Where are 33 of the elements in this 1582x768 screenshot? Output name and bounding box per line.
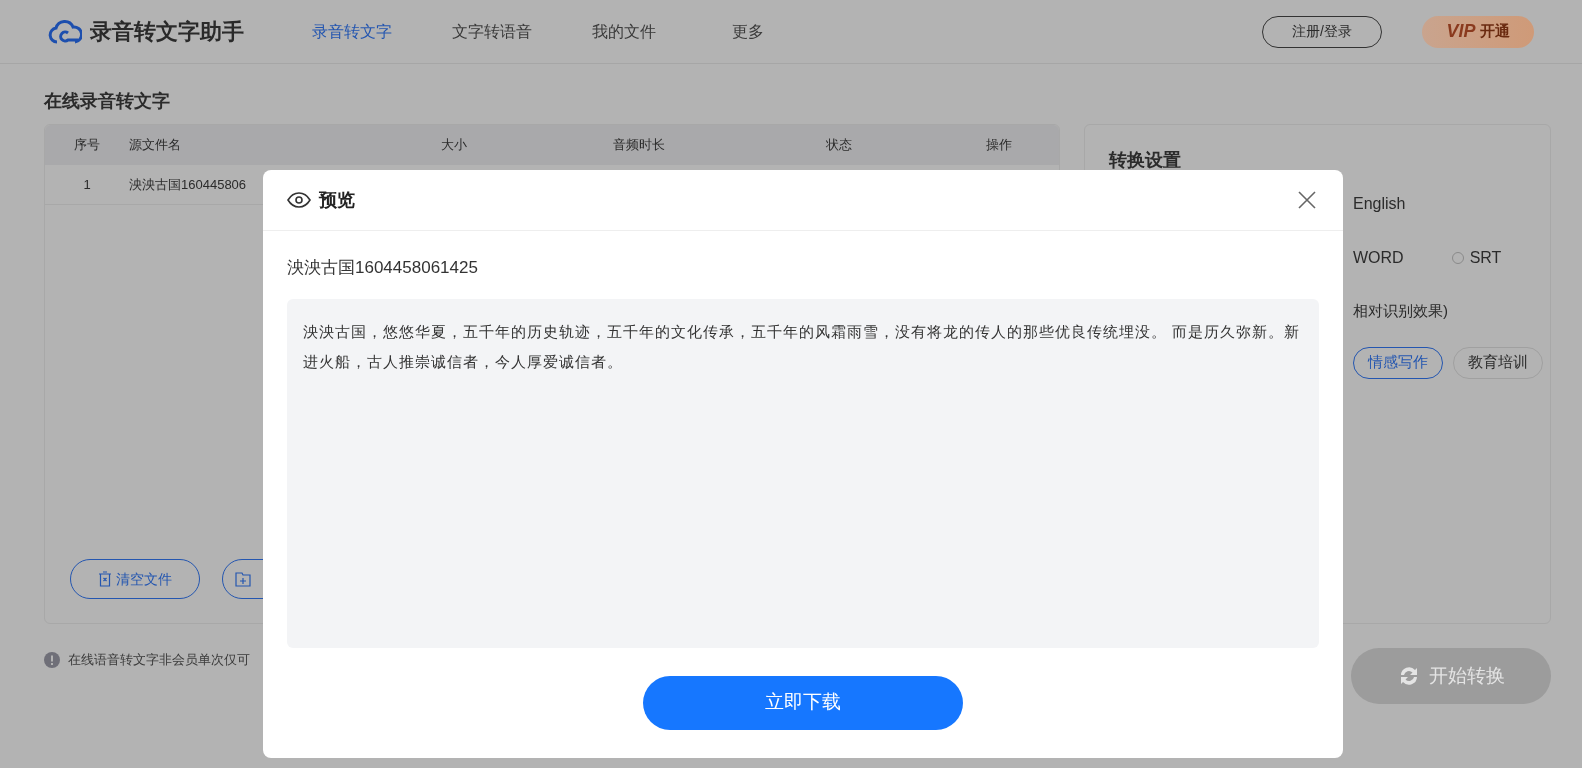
folder-plus-icon bbox=[235, 571, 251, 587]
settings-title: 转换设置 bbox=[1109, 149, 1182, 172]
transcript-text: 泱泱古国，悠悠华夏，五千年的历史轨迹，五千年的文化传承，五千年的风霜雨雪，没有将龙的传人的那些优良传统埋没。 而是历久弥新。新进火船，古人推崇诚信者，今人厚爱诚信者。 bbox=[303, 321, 1302, 372]
nav-link[interactable]: 更多 bbox=[732, 19, 812, 44]
nav-link[interactable]: 录音转文字 bbox=[312, 19, 392, 44]
file-name: 泱泱古国1604458061425 bbox=[287, 257, 479, 279]
column-header: 大小 bbox=[440, 136, 468, 155]
cloud-logo-icon bbox=[48, 18, 82, 45]
vip-button[interactable]: VIP 开通 bbox=[1422, 15, 1534, 48]
format-option[interactable]: WORD bbox=[1353, 246, 1404, 270]
vip-mark: VIP bbox=[1446, 20, 1476, 43]
language-option: English bbox=[1353, 192, 1550, 216]
column-header: 源文件名 bbox=[129, 136, 182, 155]
eye-icon bbox=[287, 192, 311, 208]
nav-link[interactable]: 文字转语音 bbox=[452, 19, 532, 44]
column-header: 序号 bbox=[73, 136, 101, 155]
nav-link[interactable]: 我的文件 bbox=[592, 19, 672, 44]
trash-icon bbox=[98, 571, 112, 587]
download-button[interactable]: 立即下载 bbox=[643, 675, 963, 730]
table-cell-text: 1 bbox=[82, 175, 92, 194]
accuracy-note: 相对识别效果) bbox=[1353, 301, 1449, 321]
column-header: 音频时长 bbox=[612, 136, 666, 155]
close-icon bbox=[1298, 191, 1316, 209]
table-cell-text: 泱泱古国160445806 bbox=[129, 175, 247, 194]
page-title: 在线录音转文字 bbox=[44, 90, 171, 113]
tip-text: 在线语音转文字非会员单次仅可 bbox=[68, 651, 250, 669]
vip-label: 开通 bbox=[1479, 21, 1510, 42]
column-header: 状态 bbox=[825, 136, 853, 155]
app-logo: 录音转文字助手 bbox=[90, 18, 244, 46]
column-header: 操作 bbox=[985, 136, 1013, 155]
format-option[interactable]: SRT bbox=[1451, 246, 1502, 270]
dialog-title: 预览 bbox=[319, 188, 355, 212]
warning-icon bbox=[44, 651, 60, 668]
